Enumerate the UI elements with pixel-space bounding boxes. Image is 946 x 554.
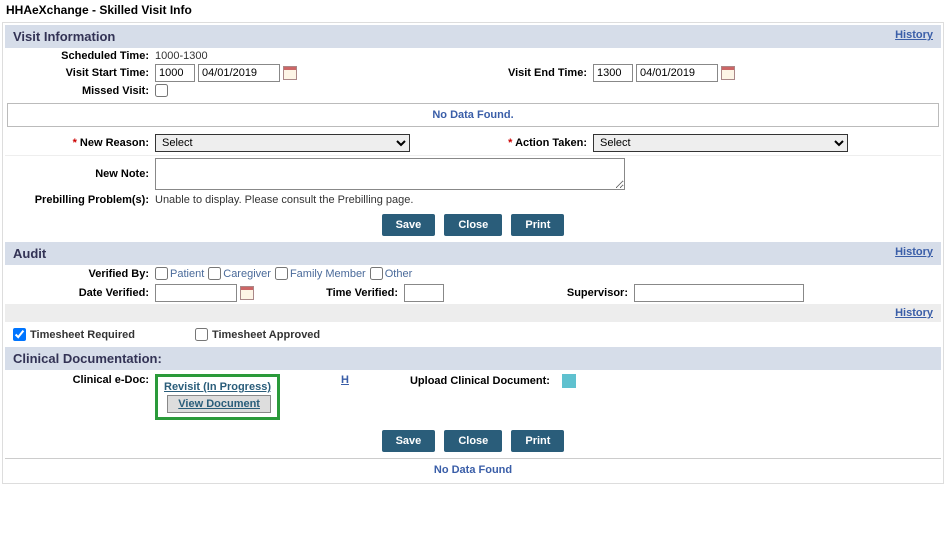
date-verified-label: Date Verified:: [5, 287, 155, 299]
visit-start-label: Visit Start Time:: [5, 67, 155, 79]
audit-header: Audit History: [5, 242, 941, 265]
timesheet-required-label: Timesheet Required: [30, 329, 135, 341]
action-taken-select[interactable]: Select: [593, 134, 848, 152]
timesheet-approved-checkbox[interactable]: [195, 328, 208, 341]
verified-by-label: Verified By:: [5, 268, 155, 280]
caregiver-checkbox[interactable]: [208, 267, 221, 280]
audit-history-link[interactable]: History: [895, 246, 933, 258]
family-checkbox[interactable]: [275, 267, 288, 280]
other-checkbox[interactable]: [370, 267, 383, 280]
view-document-button[interactable]: View Document: [167, 395, 271, 413]
prebilling-label: Prebilling Problem(s):: [5, 194, 155, 206]
visit-end-date-input[interactable]: [636, 64, 718, 82]
verified-by-row: Verified By: Patient Caregiver Family Me…: [5, 265, 941, 282]
calendar-icon[interactable]: [240, 286, 254, 300]
history-link[interactable]: History: [895, 307, 933, 319]
close-button[interactable]: Close: [444, 430, 502, 452]
patient-checkbox[interactable]: [155, 267, 168, 280]
no-data-found-box: No Data Found.: [7, 103, 939, 127]
timesheet-row: Timesheet Required Timesheet Approved: [5, 322, 941, 347]
edoc-highlight-box: Revisit (In Progress) View Document: [155, 374, 280, 420]
supervisor-label: Supervisor:: [484, 287, 634, 299]
time-verified-input[interactable]: [404, 284, 444, 302]
visit-end-label: Visit End Time:: [473, 67, 593, 79]
revisit-link[interactable]: Revisit (In Progress): [164, 381, 271, 393]
scheduled-time-value: 1000-1300: [155, 50, 208, 62]
clinical-edoc-row: Clinical e-Doc: Revisit (In Progress) Vi…: [5, 370, 941, 424]
clinical-header-text: Clinical Documentation:: [13, 351, 162, 366]
calendar-icon[interactable]: [283, 66, 297, 80]
save-button[interactable]: Save: [382, 430, 436, 452]
timesheet-required-checkbox[interactable]: [13, 328, 26, 341]
history-bar: History: [5, 304, 941, 322]
print-button[interactable]: Print: [511, 214, 564, 236]
button-row-1: Save Close Print: [5, 208, 941, 242]
audit-fields-row: Date Verified: Time Verified: Supervisor…: [5, 282, 941, 304]
clinical-header: Clinical Documentation:: [5, 347, 941, 370]
other-option: Other: [385, 268, 413, 280]
visit-end-time-input[interactable]: [593, 64, 633, 82]
missed-visit-row: Missed Visit:: [5, 82, 941, 99]
timesheet-approved-label: Timesheet Approved: [212, 329, 320, 341]
prebilling-row: Prebilling Problem(s): Unable to display…: [5, 192, 941, 208]
missed-visit-checkbox[interactable]: [155, 84, 168, 97]
calendar-icon[interactable]: [721, 66, 735, 80]
new-reason-label: * New Reason:: [5, 137, 155, 149]
save-button[interactable]: Save: [382, 214, 436, 236]
new-note-row: New Note:: [5, 156, 941, 192]
main-container: Visit Information History Scheduled Time…: [2, 22, 944, 484]
button-row-2: Save Close Print: [5, 424, 941, 458]
visit-start-date-input[interactable]: [198, 64, 280, 82]
reason-action-row: * New Reason: Select * Action Taken: Sel…: [5, 131, 941, 156]
visit-start-time-input[interactable]: [155, 64, 195, 82]
visit-info-history-link[interactable]: History: [895, 29, 933, 41]
upload-clinical-label: Upload Clinical Document:: [410, 375, 556, 387]
date-verified-input[interactable]: [155, 284, 237, 302]
new-note-textarea[interactable]: [155, 158, 625, 190]
scheduled-time-label: Scheduled Time:: [5, 50, 155, 62]
supervisor-input[interactable]: [634, 284, 804, 302]
caregiver-option: Caregiver: [223, 268, 271, 280]
no-data-found-footer: No Data Found: [5, 458, 941, 481]
time-verified-label: Time Verified:: [274, 287, 404, 299]
patient-option: Patient: [170, 268, 204, 280]
missed-visit-label: Missed Visit:: [5, 85, 155, 97]
attachment-icon[interactable]: [562, 374, 576, 388]
family-option: Family Member: [290, 268, 366, 280]
page-title: HHAeXchange - Skilled Visit Info: [0, 0, 946, 20]
prebilling-text: Unable to display. Please consult the Pr…: [155, 194, 413, 206]
new-note-label: New Note:: [5, 168, 155, 180]
clinical-edoc-label: Clinical e-Doc:: [5, 374, 155, 386]
print-button[interactable]: Print: [511, 430, 564, 452]
visit-times-row: Visit Start Time: Visit End Time:: [5, 64, 941, 82]
h-link[interactable]: H: [341, 374, 349, 386]
scheduled-time-row: Scheduled Time: 1000-1300: [5, 48, 941, 64]
visit-info-header-text: Visit Information: [13, 29, 115, 44]
new-reason-select[interactable]: Select: [155, 134, 410, 152]
visit-info-header: Visit Information History: [5, 25, 941, 48]
action-taken-label: * Action Taken:: [473, 137, 593, 149]
audit-header-text: Audit: [13, 246, 46, 261]
close-button[interactable]: Close: [444, 214, 502, 236]
